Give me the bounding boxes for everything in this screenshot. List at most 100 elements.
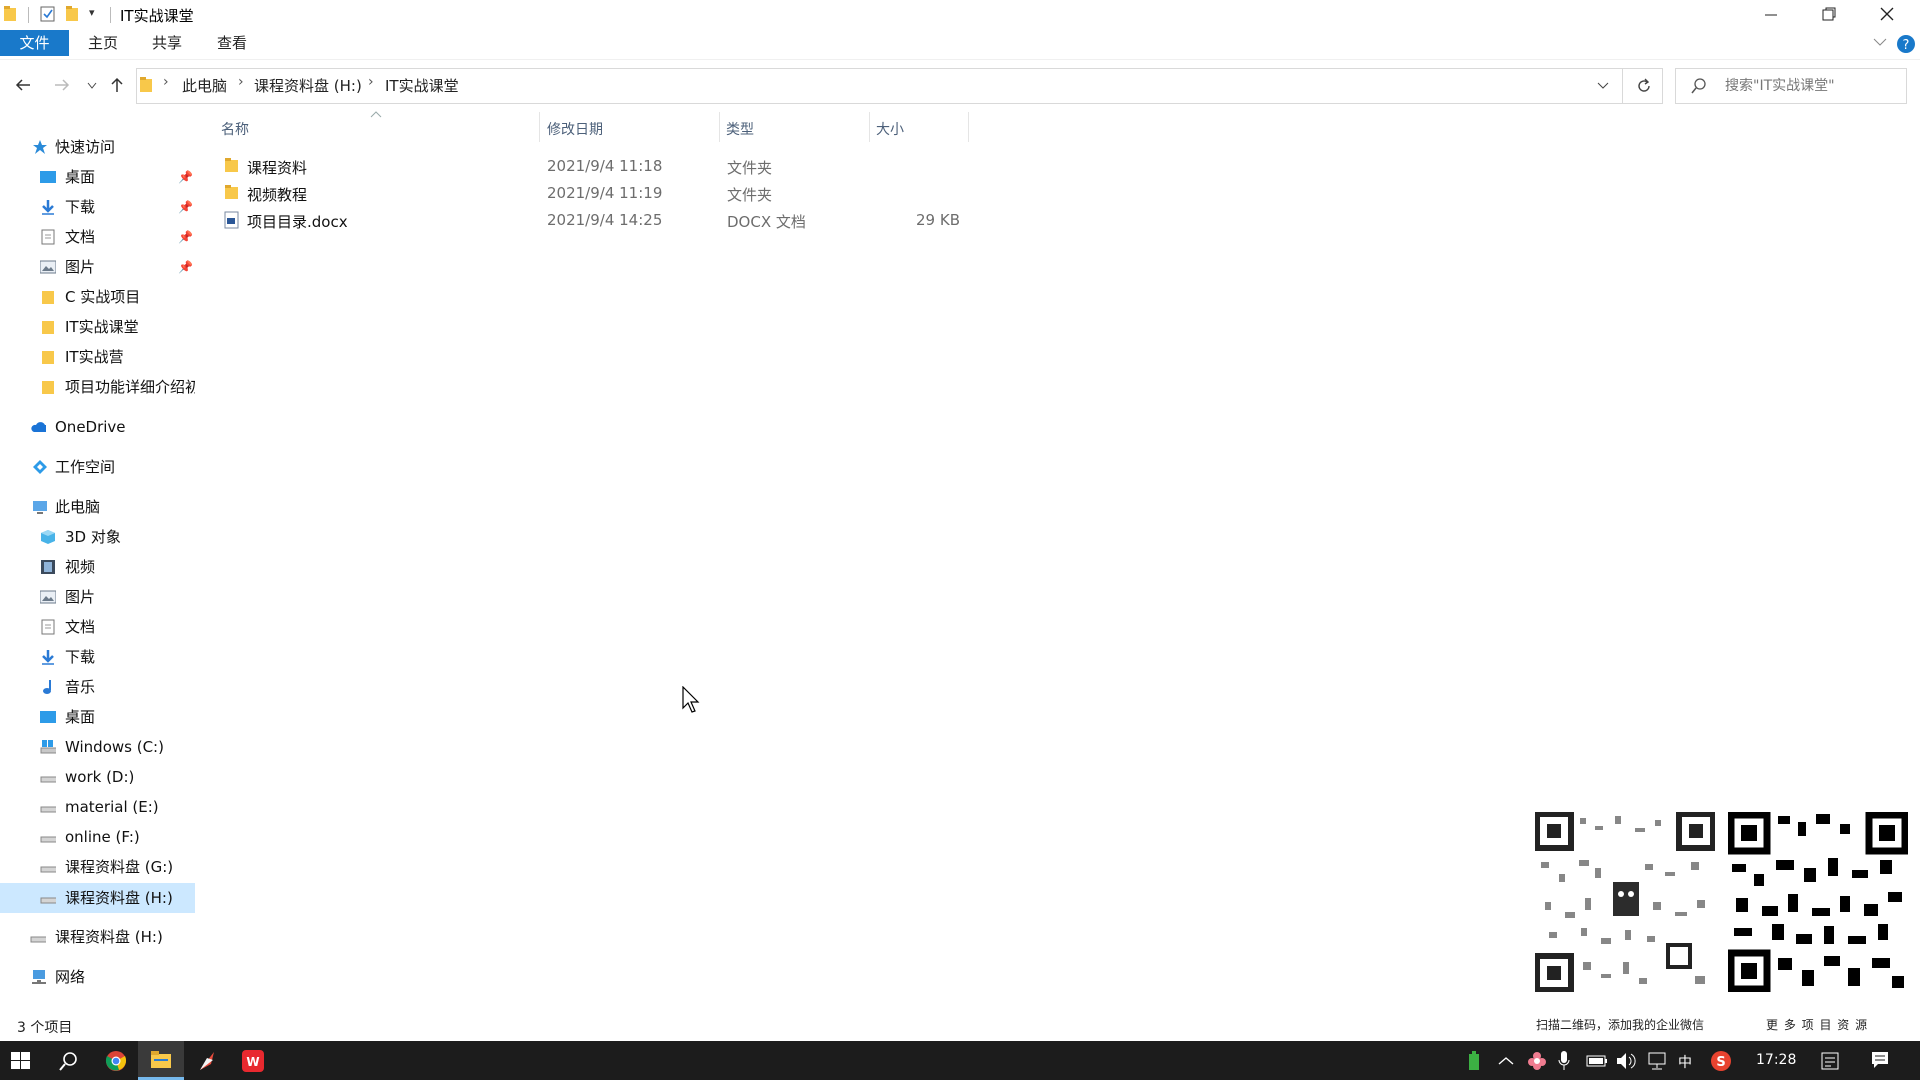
nav-pc-videos[interactable]: 视频: [40, 552, 190, 582]
nav-pc-drive-c[interactable]: Windows (C:): [40, 732, 190, 762]
search-icon[interactable]: [58, 1050, 80, 1072]
nav-pc-drive-f[interactable]: online (F:): [40, 822, 190, 852]
sogou-ime-icon[interactable]: S: [1710, 1050, 1732, 1072]
nav-quick-project-intro[interactable]: 项目功能详细介绍初: [40, 372, 195, 402]
help-icon[interactable]: ?: [1896, 34, 1916, 54]
refresh-icon[interactable]: [1635, 77, 1653, 95]
nav-pc-desktop[interactable]: 桌面: [40, 702, 190, 732]
microphone-icon[interactable]: [1557, 1050, 1571, 1072]
tab-share[interactable]: 共享: [152, 30, 182, 56]
file-row[interactable]: 项目目录.docx 2021/9/4 14:25 DOCX 文档 29 KB: [218, 206, 970, 233]
pin-icon[interactable]: 📌: [178, 200, 193, 214]
taskbar-app-red[interactable]: [184, 1041, 230, 1080]
column-divider[interactable]: [719, 112, 720, 142]
qr-code-image: [1727, 811, 1909, 993]
breadcrumb-separator[interactable]: ›: [163, 74, 169, 90]
sort-ascending-icon: [370, 111, 382, 118]
nav-pc-pictures[interactable]: 图片: [40, 582, 190, 612]
nav-pc-drive-d[interactable]: work (D:): [40, 762, 190, 792]
notes-icon[interactable]: [1820, 1051, 1840, 1071]
new-folder-icon[interactable]: [66, 6, 80, 22]
tab-file[interactable]: 文件: [0, 30, 69, 56]
document-icon: [41, 229, 55, 245]
file-row[interactable]: 视频教程 2021/9/4 11:19 文件夹: [218, 179, 970, 206]
nav-quick-desktop[interactable]: 桌面: [40, 162, 190, 192]
taskbar-chrome[interactable]: [93, 1041, 139, 1080]
nav-this-pc[interactable]: 此电脑: [30, 492, 195, 522]
column-header-type[interactable]: 类型: [726, 119, 754, 139]
folder-icon: [42, 321, 54, 334]
nav-quick-documents[interactable]: 文档: [40, 222, 190, 252]
properties-icon[interactable]: [40, 6, 56, 22]
battery-charging-icon[interactable]: [1468, 1051, 1480, 1071]
chevron-up-icon[interactable]: [1498, 1056, 1514, 1066]
nav-pc-3d-objects[interactable]: 3D 对象: [40, 522, 190, 552]
nav-quick-access[interactable]: 快速访问: [30, 132, 195, 162]
breadcrumb-drive-h[interactable]: 课程资料盘 (H:): [254, 75, 362, 96]
column-divider[interactable]: [968, 112, 969, 142]
column-header-size[interactable]: 大小: [876, 119, 904, 139]
tab-view[interactable]: 查看: [217, 30, 247, 56]
column-header-date[interactable]: 修改日期: [547, 119, 603, 139]
flower-app-icon[interactable]: [1527, 1051, 1547, 1071]
nav-pc-drive-h[interactable]: 课程资料盘 (H:): [40, 883, 190, 913]
drive-icon: [40, 836, 56, 843]
nav-quick-it-classroom[interactable]: IT实战课堂: [40, 312, 190, 342]
minimize-icon[interactable]: [1763, 8, 1779, 22]
3d-objects-icon: [41, 530, 55, 544]
nav-pc-drive-g[interactable]: 课程资料盘 (G:): [40, 852, 190, 882]
taskbar-wps[interactable]: W: [230, 1041, 276, 1080]
nav-workspace[interactable]: 工作空间: [30, 452, 195, 482]
nav-quick-it-camp[interactable]: IT实战营: [40, 342, 190, 372]
expand-ribbon-icon[interactable]: [1873, 37, 1887, 47]
column-header-name[interactable]: 名称: [221, 119, 249, 139]
folder-icon: [42, 381, 54, 394]
search-input[interactable]: 搜索"IT实战课堂": [1725, 75, 1835, 95]
svg-text:W: W: [246, 1055, 259, 1069]
taskbar-file-explorer[interactable]: [138, 1041, 184, 1080]
file-type: 文件夹: [727, 186, 773, 204]
column-divider[interactable]: [539, 112, 540, 142]
nav-pc-music[interactable]: 音乐: [40, 672, 190, 702]
breadcrumb-current-folder[interactable]: IT实战课堂: [385, 75, 459, 96]
volume-icon[interactable]: [1615, 1051, 1637, 1071]
file-type: DOCX 文档: [727, 213, 806, 231]
pin-icon[interactable]: 📌: [178, 170, 193, 184]
action-center-icon[interactable]: [1870, 1050, 1890, 1070]
file-row[interactable]: 课程资料 2021/9/4 11:18 文件夹: [218, 152, 970, 179]
back-icon[interactable]: [14, 77, 32, 93]
nav-onedrive[interactable]: OneDrive: [30, 412, 195, 442]
search-icon: [1691, 78, 1706, 94]
folder-icon: [225, 185, 238, 199]
address-dropdown-icon[interactable]: [1597, 81, 1609, 91]
battery-icon[interactable]: [1586, 1053, 1608, 1069]
drive-icon: [40, 897, 56, 904]
windows-start-icon[interactable]: [11, 1052, 31, 1070]
up-icon[interactable]: [109, 76, 125, 94]
nav-drive-h-root[interactable]: 课程资料盘 (H:): [30, 922, 195, 952]
recent-locations-icon[interactable]: [86, 81, 98, 91]
customize-toolbar-icon[interactable]: ▾: [89, 6, 95, 19]
nav-pc-drive-e[interactable]: material (E:): [40, 792, 190, 822]
qr-caption-wechat: 扫描二维码，添加我的企业微信: [1536, 1018, 1705, 1032]
nav-quick-c-projects[interactable]: C 实战项目: [40, 282, 190, 312]
nav-pc-downloads[interactable]: 下载: [40, 642, 190, 672]
pin-icon[interactable]: 📌: [178, 230, 193, 244]
breadcrumb-separator[interactable]: ›: [238, 74, 244, 90]
folder-icon: [140, 77, 152, 92]
tab-home[interactable]: 主页: [88, 30, 118, 56]
nav-quick-downloads[interactable]: 下载: [40, 192, 190, 222]
nav-quick-pictures[interactable]: 图片: [40, 252, 190, 282]
breadcrumb-separator[interactable]: ›: [368, 74, 374, 90]
forward-icon[interactable]: [53, 77, 71, 93]
nav-pc-documents[interactable]: 文档: [40, 612, 190, 642]
ime-indicator[interactable]: 中: [1678, 1052, 1692, 1072]
close-icon[interactable]: [1879, 6, 1895, 22]
nav-network[interactable]: 网络: [30, 962, 195, 992]
restore-icon[interactable]: [1821, 6, 1837, 22]
network-tray-icon[interactable]: [1647, 1051, 1667, 1071]
breadcrumb-this-pc[interactable]: 此电脑: [182, 75, 227, 96]
pin-icon[interactable]: 📌: [178, 260, 193, 274]
column-divider[interactable]: [869, 112, 870, 142]
clock-time[interactable]: 17:28: [1756, 1052, 1796, 1068]
